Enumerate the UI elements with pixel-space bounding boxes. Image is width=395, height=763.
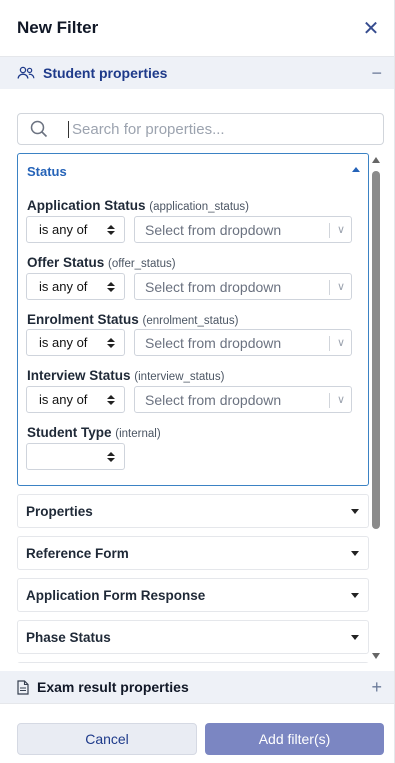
panel-footer: Cancel Add filter(s) [0, 703, 394, 763]
add-filters-button[interactable]: Add filter(s) [205, 723, 384, 755]
value-dropdown[interactable]: Select from dropdown ∨ [134, 216, 352, 243]
caret-down-icon [351, 634, 359, 640]
field-label: Enrolment Status [27, 312, 139, 327]
search-icon [30, 120, 48, 138]
chevron-down-icon: ∨ [336, 337, 345, 349]
field-key: (offer_status) [108, 258, 176, 270]
scroll-down-icon[interactable] [372, 653, 380, 659]
cancel-button[interactable]: Cancel [17, 723, 197, 755]
filter-panel: New Filter ✕ Student properties − Status [0, 0, 395, 763]
application-status-field: Application Status (application_status) [27, 198, 249, 213]
updown-icon [107, 451, 115, 462]
field-key: (enrolment_status) [142, 315, 239, 327]
operator-select[interactable]: is any of [26, 216, 125, 243]
document-icon [17, 679, 29, 695]
group-more[interactable] [17, 662, 369, 663]
student-properties-section[interactable]: Student properties − [0, 57, 394, 89]
value-dropdown[interactable]: Select from dropdown ∨ [134, 273, 352, 300]
exam-result-section[interactable]: Exam result properties + [0, 671, 394, 703]
scroll-thumb[interactable] [372, 171, 380, 529]
field-key: (internal) [115, 428, 161, 440]
dropdown-placeholder: Select from dropdown [145, 334, 282, 351]
offer-status-field: Offer Status (offer_status) [27, 255, 176, 270]
field-label: Application Status [27, 198, 146, 213]
updown-icon [107, 281, 115, 292]
chevron-down-icon: ∨ [336, 224, 345, 236]
group-reference-form[interactable]: Reference Form [17, 536, 369, 570]
collapse-section-button[interactable]: − [371, 63, 382, 84]
caret-down-icon [351, 550, 359, 556]
status-group-title[interactable]: Status [27, 164, 67, 179]
chevron-down-icon: ∨ [336, 281, 345, 293]
field-key: (interview_status) [134, 371, 225, 383]
search-box[interactable] [17, 113, 384, 145]
operator-value: is any of [39, 392, 88, 407]
group-label: Reference Form [26, 545, 129, 561]
scroll-up-icon[interactable] [372, 157, 380, 163]
updown-icon [107, 394, 115, 405]
exam-result-label: Exam result properties [37, 679, 189, 695]
properties-list: Status Application Status (application_s… [17, 153, 369, 663]
interview-status-field: Interview Status (interview_status) [27, 368, 224, 383]
operator-select[interactable]: is any of [26, 329, 125, 356]
caret-down-icon [351, 508, 359, 514]
caret-down-icon [351, 592, 359, 598]
panel-title: New Filter [17, 18, 99, 37]
student-properties-label: Student properties [43, 65, 168, 81]
value-dropdown[interactable]: Select from dropdown ∨ [134, 329, 352, 356]
updown-icon [107, 337, 115, 348]
group-label: Application Form Response [26, 587, 206, 603]
student-type-select[interactable] [26, 443, 125, 470]
updown-icon [107, 224, 115, 235]
status-group: Status Application Status (application_s… [17, 153, 369, 486]
group-label: Phase Status [26, 629, 111, 645]
operator-select[interactable]: is any of [26, 386, 125, 413]
group-phase-status[interactable]: Phase Status [17, 620, 369, 654]
dropdown-placeholder: Select from dropdown [145, 278, 282, 295]
chevron-down-icon: ∨ [336, 394, 345, 406]
field-label: Offer Status [27, 255, 105, 270]
caret-up-icon[interactable] [352, 167, 360, 172]
search-input[interactable] [68, 120, 348, 138]
field-key: (application_status) [149, 201, 250, 213]
users-icon [17, 66, 35, 79]
operator-select[interactable]: is any of [26, 273, 125, 300]
close-icon[interactable]: ✕ [360, 17, 382, 40]
panel-header: New Filter ✕ [0, 0, 394, 57]
expand-section-button[interactable]: + [371, 677, 382, 698]
operator-value: is any of [39, 279, 88, 294]
field-label: Student Type [27, 425, 112, 440]
enrolment-status-field: Enrolment Status (enrolment_status) [27, 312, 238, 327]
dropdown-placeholder: Select from dropdown [145, 221, 282, 238]
group-label: Properties [26, 503, 93, 519]
dropdown-placeholder: Select from dropdown [145, 391, 282, 408]
operator-value: is any of [39, 335, 88, 350]
scrollbar[interactable] [371, 153, 381, 663]
group-properties[interactable]: Properties [17, 494, 369, 528]
field-label: Interview Status [27, 368, 131, 383]
group-application-form-response[interactable]: Application Form Response [17, 578, 369, 612]
value-dropdown[interactable]: Select from dropdown ∨ [134, 386, 352, 413]
operator-value: is any of [39, 222, 88, 237]
student-type-field: Student Type (internal) [27, 425, 161, 440]
